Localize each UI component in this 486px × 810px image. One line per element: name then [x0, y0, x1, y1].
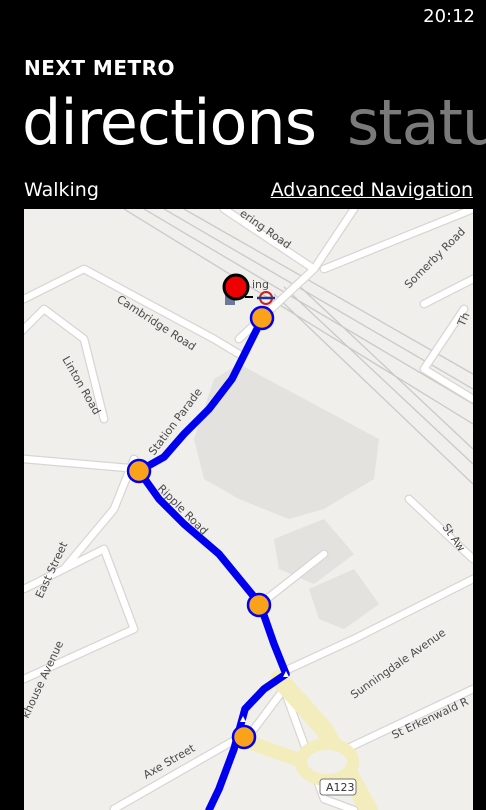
map-canvas[interactable]: ering Road Cambridge Road Linton Road St…: [24, 209, 473, 810]
tab-status[interactable]: statu: [347, 86, 486, 159]
a123-shield: A123: [319, 778, 357, 796]
station-label: ing: [252, 278, 269, 291]
clock: 20:12: [423, 6, 475, 27]
street-label-ripple-road: Ripple Road: [155, 482, 211, 538]
advanced-navigation-link[interactable]: Advanced Navigation: [271, 179, 473, 201]
road-network: [24, 209, 473, 810]
waypoint-marker: [249, 305, 275, 331]
tab-directions[interactable]: directions: [22, 86, 317, 159]
app-title: NEXT METRO: [24, 56, 176, 80]
waypoint-marker: [126, 458, 152, 484]
waypoint-marker: [231, 724, 257, 750]
building-blocks: [194, 364, 379, 629]
status-bar: 20:12: [0, 0, 486, 34]
destination-marker[interactable]: [222, 273, 253, 301]
map-view[interactable]: ering Road Cambridge Road Linton Road St…: [24, 209, 473, 810]
travel-mode-label: Walking: [24, 179, 99, 201]
svg-text:A123: A123: [326, 781, 355, 794]
street-label-ering-road: ering Road: [237, 209, 293, 252]
waypoint-marker: [246, 592, 272, 618]
